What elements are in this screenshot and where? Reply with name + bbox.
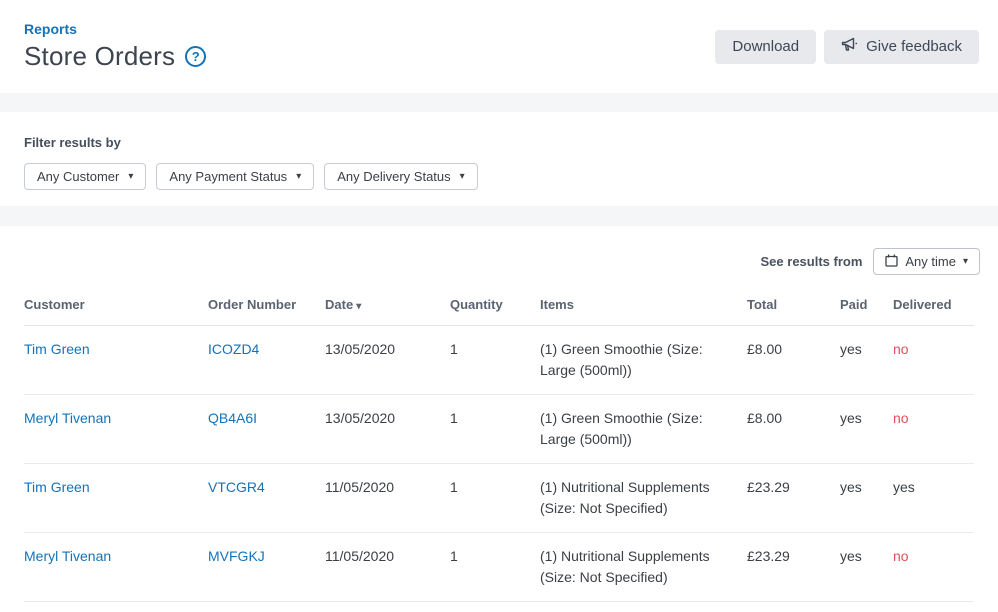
caret-down-icon: ▾	[962, 255, 968, 267]
table-row: Tim Green ICOZD4 13/05/2020 1 (1) Green …	[24, 325, 974, 395]
date-cell: 13/05/2020	[325, 394, 450, 464]
orders-table: Customer Order Number Date ▾ Quantity Ite…	[24, 291, 974, 602]
date-cell: 11/05/2020	[325, 532, 450, 602]
results-section: See results from Any time ▾ Customer Ord…	[0, 226, 998, 612]
delivered-cell: yes	[893, 463, 974, 533]
delivered-cell: no	[893, 325, 974, 395]
customer-filter-label: Any Customer	[37, 169, 120, 184]
give-feedback-button[interactable]: Give feedback	[824, 29, 979, 64]
order-number-link[interactable]: VTCGR4	[208, 479, 265, 495]
paid-cell: yes	[840, 532, 893, 602]
breadcrumb[interactable]: Reports	[24, 21, 77, 37]
caret-down-icon: ▾	[296, 170, 302, 182]
date-cell: 13/05/2020	[325, 325, 450, 395]
order-number-link[interactable]: ICOZD4	[208, 341, 259, 357]
download-button-label: Download	[732, 38, 800, 55]
caret-down-icon: ▾	[459, 170, 465, 182]
sort-descending-icon: ▾	[356, 301, 362, 312]
orders-table-header-row: Customer Order Number Date ▾ Quantity Ite…	[24, 291, 974, 326]
items-cell: (1) Green Smoothie (Size: Large (500ml))	[540, 325, 747, 395]
header-actions: Download Give feedback	[715, 29, 979, 64]
give-feedback-button-label: Give feedback	[866, 38, 962, 55]
column-header-total[interactable]: Total	[747, 291, 840, 326]
items-cell: (1) Nutritional Supplements (Size: Not S…	[540, 532, 747, 602]
items-cell: (1) Green Smoothie (Size: Large (500ml))	[540, 394, 747, 464]
column-header-order-number[interactable]: Order Number	[208, 291, 325, 326]
delivered-cell: no	[893, 532, 974, 602]
help-icon[interactable]: ?	[185, 46, 207, 67]
paid-cell: yes	[840, 394, 893, 464]
paid-cell: yes	[840, 325, 893, 395]
customer-filter-dropdown[interactable]: Any Customer ▾	[24, 163, 147, 190]
see-results-from-label: See results from	[760, 254, 863, 269]
column-header-delivered[interactable]: Delivered	[893, 291, 974, 326]
column-header-items[interactable]: Items	[540, 291, 747, 326]
date-cell: 11/05/2020	[325, 463, 450, 533]
customer-link[interactable]: Meryl Tivenan	[24, 548, 111, 564]
time-range-label: Any time	[905, 254, 956, 269]
quantity-cell: 1	[450, 532, 540, 602]
total-cell: £23.29	[747, 532, 840, 602]
column-header-paid[interactable]: Paid	[840, 291, 893, 326]
customer-link[interactable]: Meryl Tivenan	[24, 410, 111, 426]
header-titles: Reports Store Orders ?	[24, 21, 207, 72]
delivered-cell: no	[893, 394, 974, 464]
time-range-dropdown[interactable]: Any time ▾	[873, 248, 980, 275]
caret-down-icon: ▾	[128, 170, 134, 182]
order-number-link[interactable]: QB4A6I	[208, 410, 257, 426]
paid-cell: yes	[840, 463, 893, 533]
table-row: Meryl Tivenan QB4A6I 13/05/2020 1 (1) Gr…	[24, 394, 974, 464]
items-cell: (1) Nutritional Supplements (Size: Not S…	[540, 463, 747, 533]
quantity-cell: 1	[450, 325, 540, 395]
total-cell: £8.00	[747, 394, 840, 464]
customer-link[interactable]: Tim Green	[24, 479, 90, 495]
filter-section-label: Filter results by	[24, 135, 121, 150]
payment-status-filter-dropdown[interactable]: Any Payment Status ▾	[156, 163, 315, 190]
page-header: Reports Store Orders ? Download Give fee…	[0, 0, 998, 93]
payment-status-filter-label: Any Payment Status	[169, 169, 288, 184]
download-button[interactable]: Download	[715, 29, 817, 64]
column-header-quantity[interactable]: Quantity	[450, 291, 540, 326]
quantity-cell: 1	[450, 463, 540, 533]
customer-link[interactable]: Tim Green	[24, 341, 90, 357]
quantity-cell: 1	[450, 394, 540, 464]
column-header-date[interactable]: Date ▾	[325, 291, 450, 326]
table-row: Meryl Tivenan MVFGKJ 11/05/2020 1 (1) Nu…	[24, 532, 974, 602]
table-row: Tim Green VTCGR4 11/05/2020 1 (1) Nutrit…	[24, 463, 974, 533]
delivery-status-filter-dropdown[interactable]: Any Delivery Status ▾	[324, 163, 478, 190]
delivery-status-filter-label: Any Delivery Status	[337, 169, 451, 184]
total-cell: £23.29	[747, 463, 840, 533]
calendar-icon	[885, 254, 899, 270]
filter-section: Filter results by Any Customer ▾ Any Pay…	[0, 112, 998, 206]
total-cell: £8.00	[747, 325, 840, 395]
order-number-link[interactable]: MVFGKJ	[208, 548, 265, 564]
column-header-customer[interactable]: Customer	[24, 291, 208, 326]
page-title: Store Orders	[24, 41, 176, 71]
megaphone-icon	[841, 37, 858, 56]
